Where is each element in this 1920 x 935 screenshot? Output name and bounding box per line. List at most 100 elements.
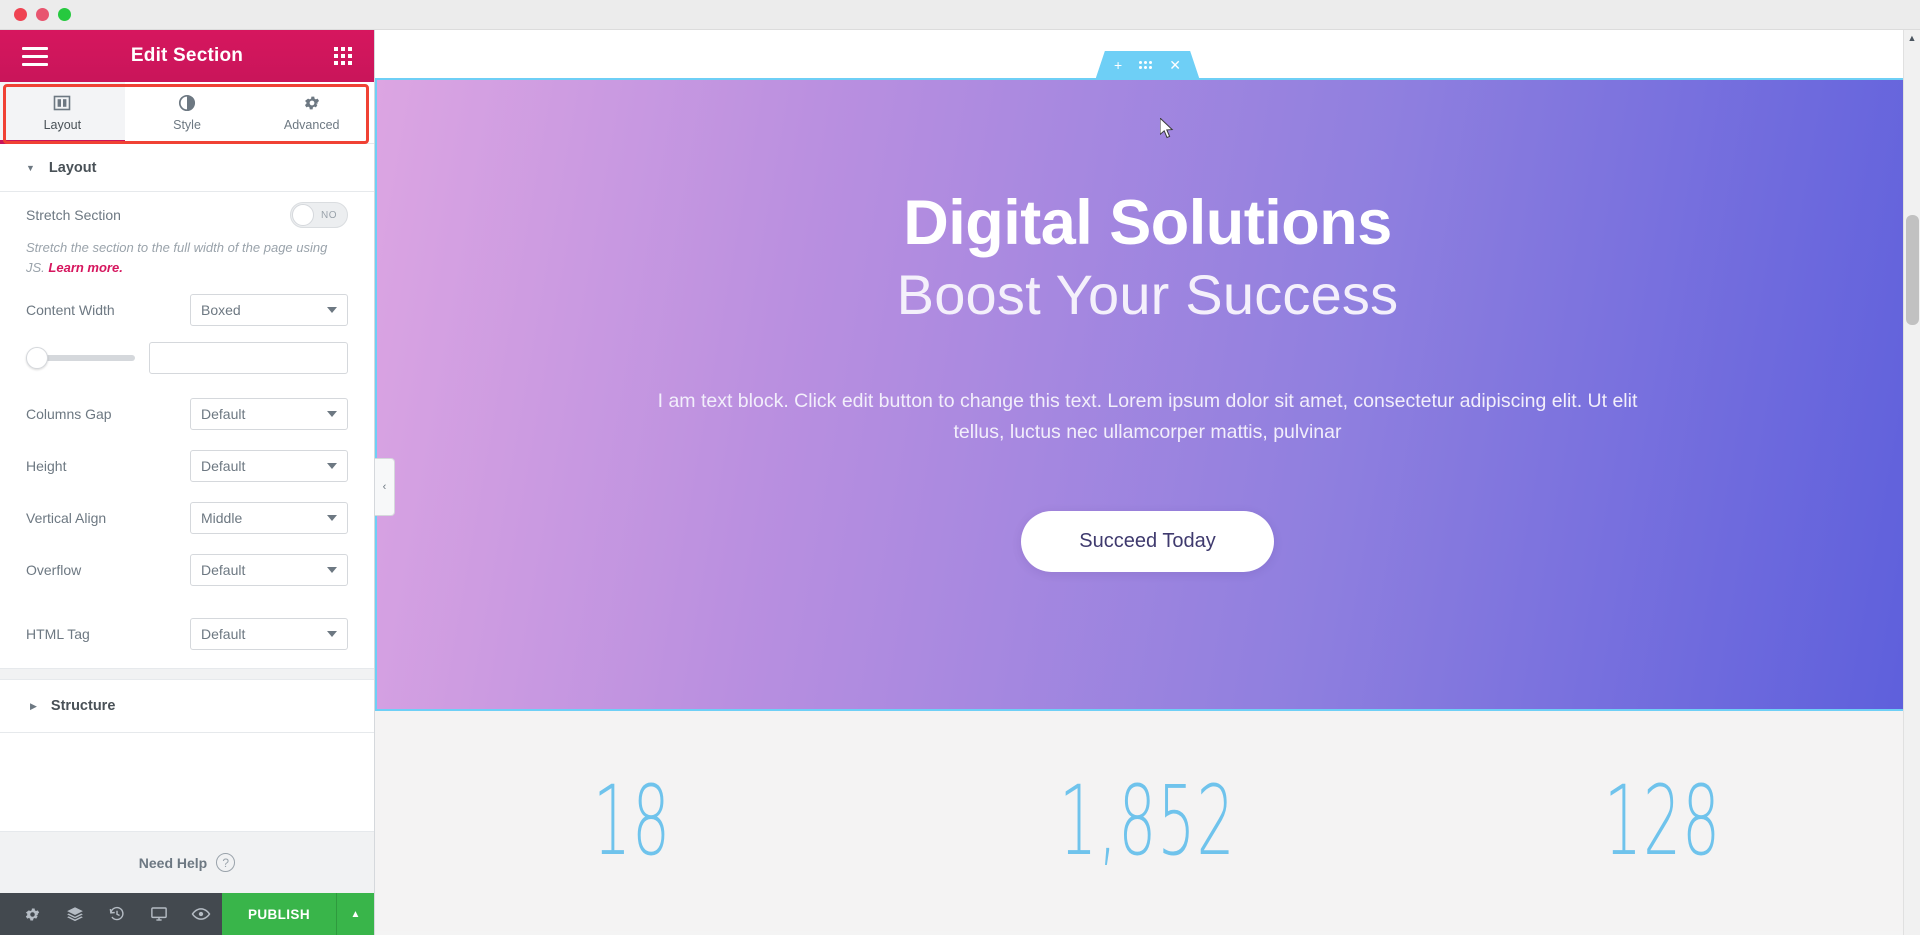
section-structure-title: Structure: [50, 698, 116, 715]
hero-section[interactable]: Digital Solutions Boost Your Success I a…: [375, 78, 1920, 711]
tab-style-label: Style: [173, 118, 201, 132]
sidebar-tabs: Layout Style Advanced: [0, 82, 374, 144]
chevron-down-icon: [327, 307, 337, 314]
chevron-down-icon: [327, 463, 337, 470]
tab-advanced-label: Advanced: [283, 118, 340, 132]
tab-style[interactable]: Style: [125, 82, 250, 143]
height-value: Default: [201, 458, 246, 475]
control-columns-gap: Columns Gap Default: [0, 388, 374, 440]
overflow-value: Default: [201, 562, 246, 579]
question-mark-icon: ?: [216, 853, 236, 872]
content-width-number-input[interactable]: [149, 342, 348, 375]
canvas-scrollbar[interactable]: ▲: [1903, 30, 1920, 935]
hero-heading: Digital Solutions: [903, 188, 1392, 258]
counter-value: 128: [1603, 765, 1722, 877]
responsive-mode-icon[interactable]: [138, 893, 180, 935]
plus-icon[interactable]: +: [1114, 58, 1122, 72]
vertical-align-label: Vertical Align: [26, 510, 107, 527]
grid-apps-icon[interactable]: [334, 47, 352, 65]
counter-value: 1,852: [1059, 765, 1236, 877]
history-revisions-icon[interactable]: [96, 893, 138, 935]
preview-eye-icon[interactable]: [180, 893, 222, 935]
stretch-section-help: Stretch the section to the full width of…: [0, 238, 374, 284]
counter-value: 18: [593, 765, 672, 877]
editor-sidebar: Edit Section Layout Style Advanced ▼ Lay…: [0, 30, 375, 935]
control-content-width: Content Width Boxed: [0, 284, 374, 336]
control-overflow: Overflow Default: [0, 544, 374, 596]
control-html-tag: HTML Tag Default: [0, 596, 374, 668]
overflow-label: Overflow: [26, 562, 82, 579]
height-select[interactable]: Default: [190, 450, 348, 483]
html-tag-select[interactable]: Default: [190, 618, 348, 651]
toggle-value: NO: [321, 209, 337, 221]
chevron-down-icon: [327, 567, 337, 574]
window-minimize-button[interactable]: [36, 8, 49, 21]
tab-advanced[interactable]: Advanced: [249, 82, 374, 143]
section-structure-header[interactable]: ▶ Structure: [0, 680, 374, 734]
columns-icon: [53, 93, 71, 113]
chevron-left-icon: ‹: [382, 481, 387, 493]
content-width-slider[interactable]: [26, 347, 135, 370]
height-label: Height: [26, 458, 67, 475]
tab-layout-label: Layout: [43, 118, 82, 132]
html-tag-label: HTML Tag: [26, 626, 90, 643]
learn-more-link[interactable]: Learn more.: [48, 260, 122, 275]
content-width-slider-row: [0, 336, 374, 388]
preview-canvas: + ✕ Digital Solutions Boost Your Success…: [375, 30, 1920, 935]
window-maximize-button[interactable]: [58, 8, 71, 21]
window-close-button[interactable]: [14, 8, 27, 21]
editor-footer-bar: PUBLISH ▲: [0, 893, 374, 935]
columns-gap-label: Columns Gap: [26, 406, 112, 423]
overflow-select[interactable]: Default: [190, 554, 348, 587]
need-help-label: Need Help: [138, 854, 208, 871]
hero-subheading: Boost Your Success: [896, 263, 1399, 327]
content-width-value: Boxed: [201, 302, 241, 319]
section-layout-header[interactable]: ▼ Layout: [0, 144, 374, 192]
vertical-align-value: Middle: [201, 510, 243, 527]
columns-gap-value: Default: [201, 406, 246, 423]
control-height: Height Default: [0, 440, 374, 492]
section-divider: [0, 668, 374, 681]
html-tag-value: Default: [201, 626, 246, 643]
control-stretch-section: Stretch Section NO: [0, 192, 374, 238]
counter-item: 1,852: [890, 765, 1405, 877]
panel-collapse-handle[interactable]: ‹: [375, 458, 395, 516]
sidebar-content: ▼ Layout Stretch Section NO Stretch the …: [0, 144, 374, 831]
publish-button[interactable]: PUBLISH: [221, 893, 336, 935]
scroll-up-arrow-icon[interactable]: ▲: [1904, 30, 1920, 46]
editor-window: Edit Section Layout Style Advanced ▼ Lay…: [0, 0, 1920, 935]
hero-section-wrap: + ✕ Digital Solutions Boost Your Success…: [375, 51, 1920, 711]
publish-options-arrow-icon[interactable]: ▲: [336, 893, 374, 935]
section-layout-title: Layout: [48, 160, 97, 176]
content-width-select[interactable]: Boxed: [190, 294, 348, 327]
window-titlebar: [0, 0, 1920, 30]
tab-layout[interactable]: Layout: [0, 82, 125, 144]
section-toolbar: + ✕: [1095, 51, 1200, 79]
stretch-section-label: Stretch Section: [26, 207, 121, 223]
caret-down-icon: ▼: [26, 163, 35, 173]
need-help-button[interactable]: Need Help ?: [0, 831, 374, 893]
hamburger-menu-icon[interactable]: [22, 46, 48, 66]
sidebar-header: Edit Section: [0, 30, 374, 82]
counters-section: 18 1,852 128: [375, 711, 1920, 931]
stretch-section-toggle[interactable]: NO: [290, 202, 348, 228]
succeed-today-button[interactable]: Succeed Today: [1021, 510, 1274, 572]
drag-dots-icon[interactable]: [1139, 61, 1153, 69]
counter-item: 128: [1405, 765, 1920, 877]
contrast-circle-icon: [178, 93, 196, 113]
chevron-down-icon: [327, 631, 337, 638]
gear-icon: [303, 93, 321, 113]
close-x-icon[interactable]: ✕: [1169, 58, 1181, 72]
slider-handle[interactable]: [26, 347, 48, 370]
vertical-align-select[interactable]: Middle: [190, 502, 348, 535]
chevron-down-icon: [327, 515, 337, 522]
control-vertical-align: Vertical Align Middle: [0, 492, 374, 544]
settings-gear-icon[interactable]: [12, 893, 54, 935]
scrollbar-thumb[interactable]: [1906, 215, 1919, 325]
layers-navigator-icon[interactable]: [54, 893, 96, 935]
chevron-down-icon: [327, 411, 337, 418]
hero-paragraph: I am text block. Click edit button to ch…: [657, 389, 1638, 444]
columns-gap-select[interactable]: Default: [190, 398, 348, 431]
toggle-knob: [292, 204, 314, 226]
page-title: Edit Section: [130, 45, 244, 66]
